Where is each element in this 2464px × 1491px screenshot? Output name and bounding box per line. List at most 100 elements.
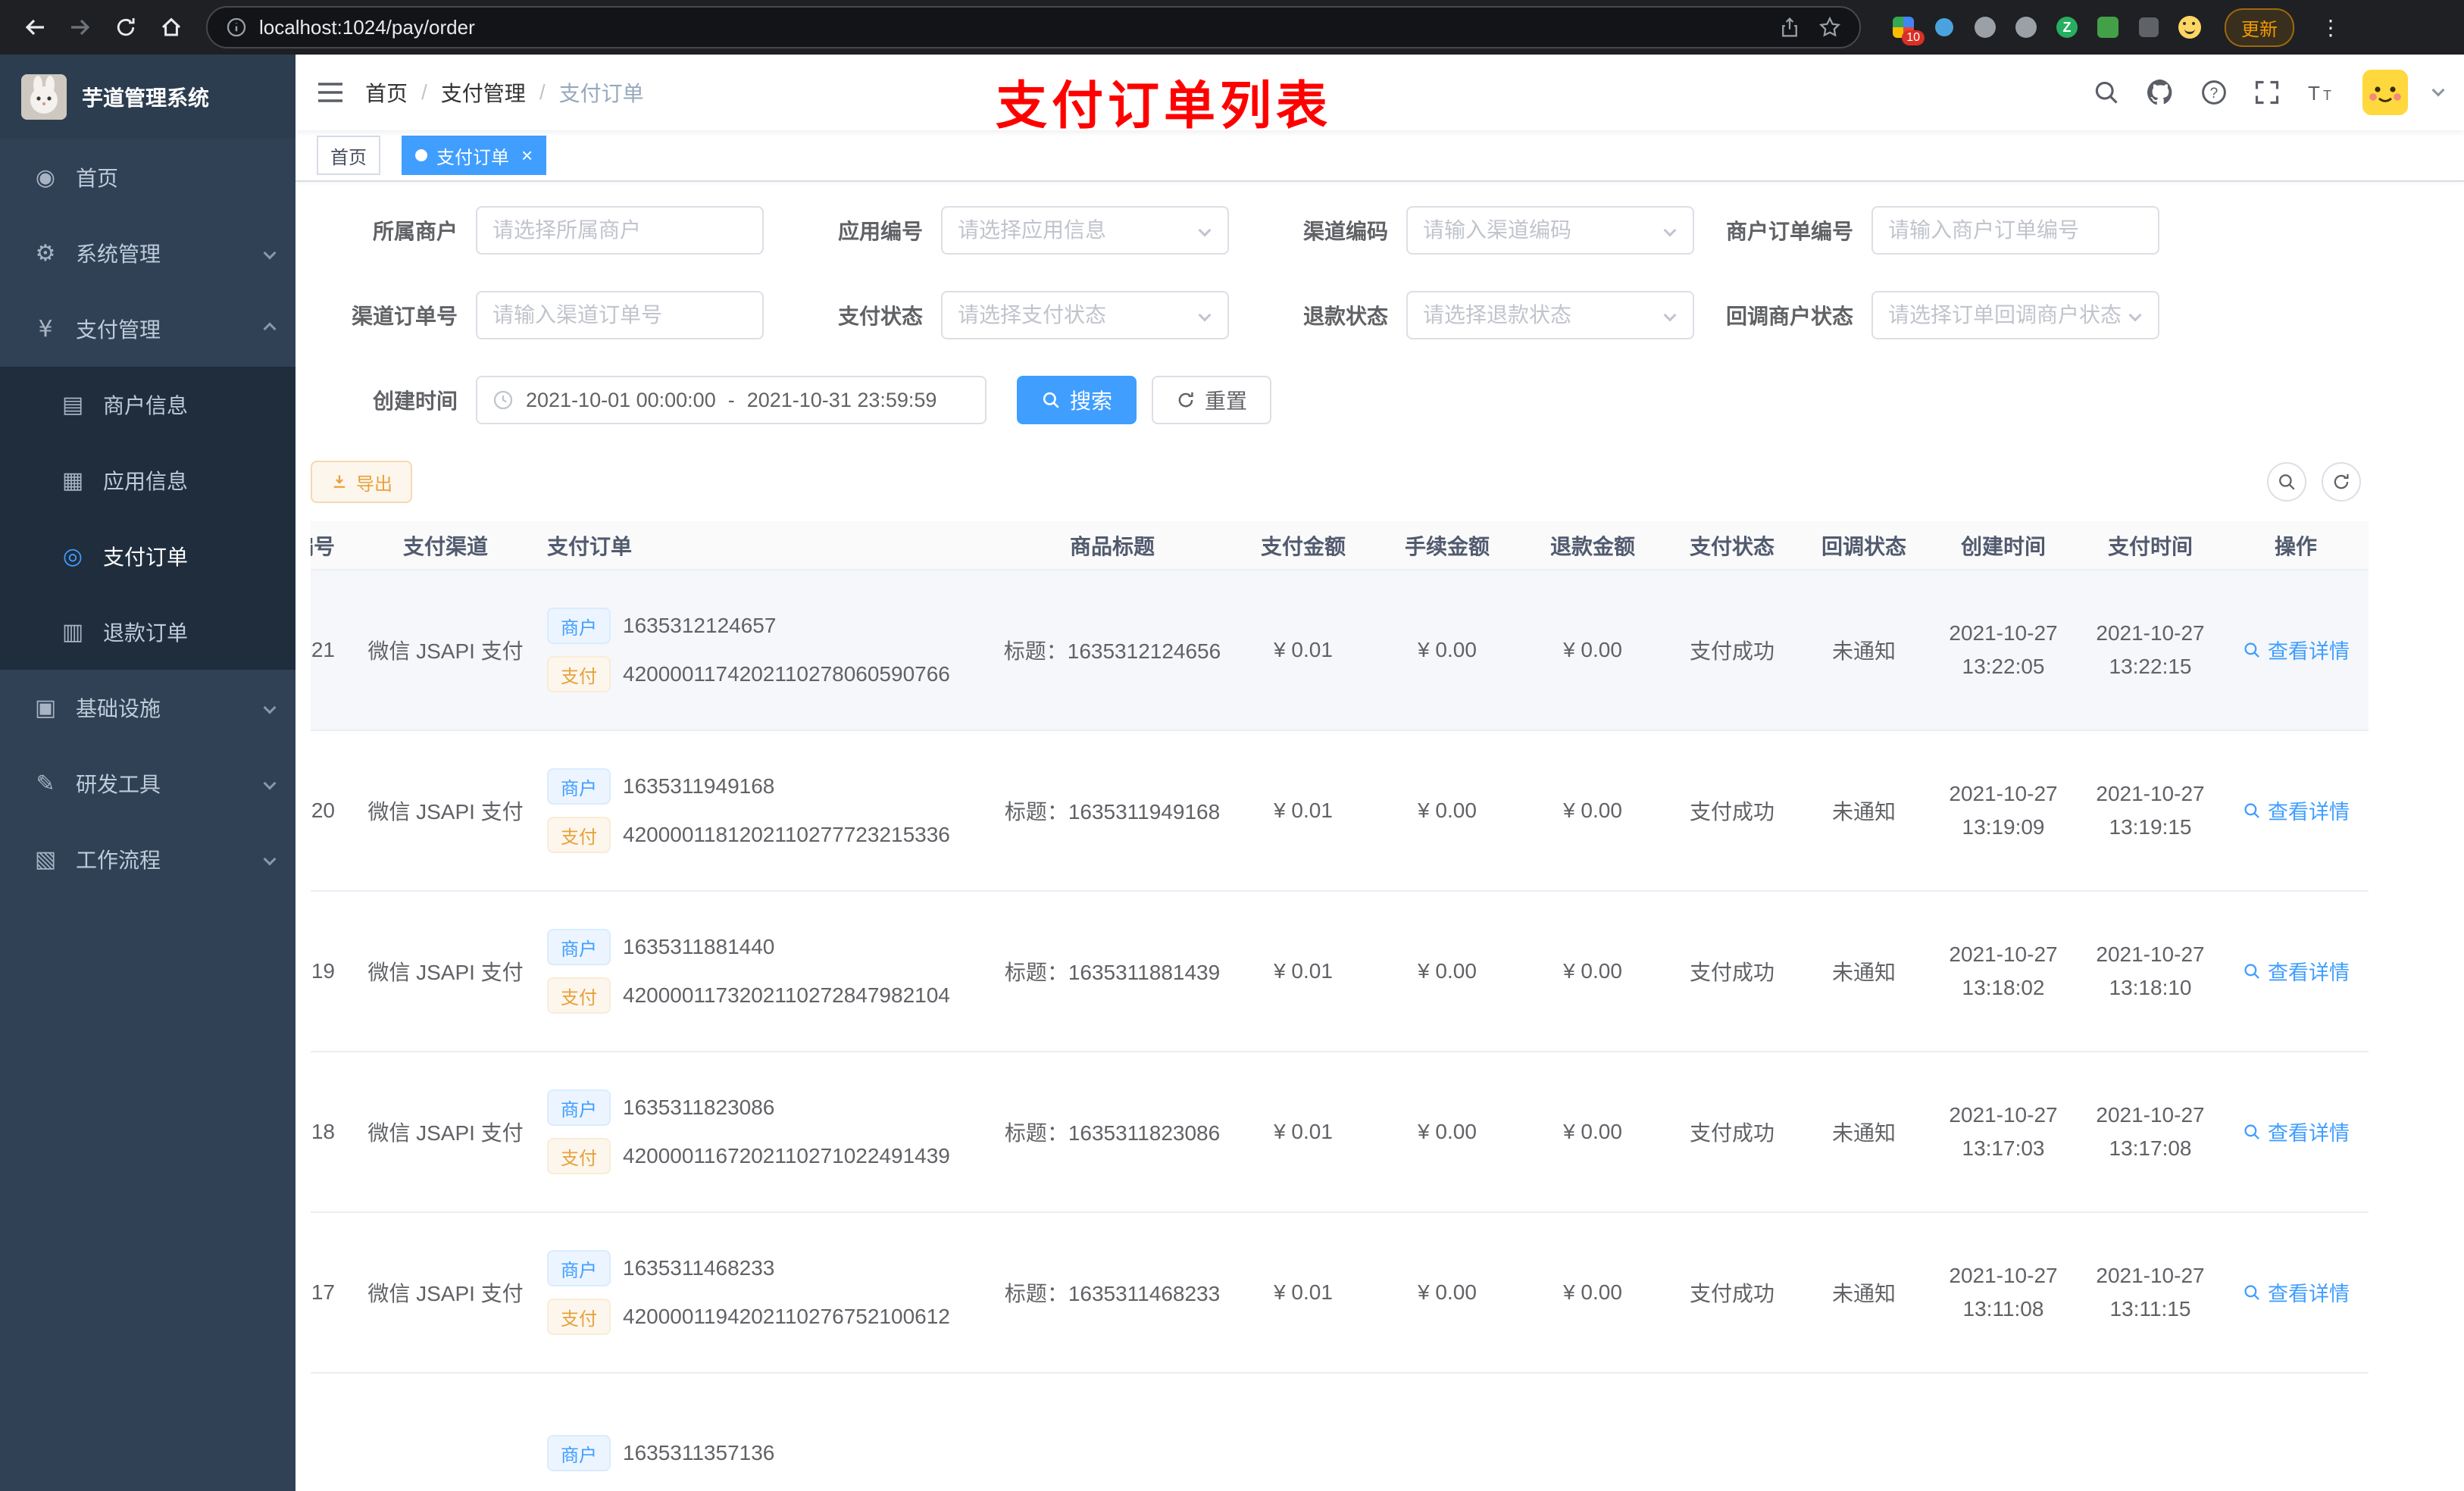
- filter-merchant-order-no: 商户订单编号: [1706, 206, 2159, 255]
- filter-notify-status: 回调商户状态: [1706, 291, 2159, 339]
- merchant-tag: 商户: [547, 1089, 611, 1126]
- channel-code-input[interactable]: [1423, 218, 1659, 242]
- merchant-order-no-input[interactable]: [1871, 206, 2159, 255]
- reset-button[interactable]: 重置: [1152, 376, 1272, 424]
- breadcrumb-home[interactable]: 首页: [365, 77, 408, 108]
- url-text[interactable]: localhost:1024/pay/order: [259, 16, 1767, 39]
- browser-home-button[interactable]: [152, 8, 191, 47]
- github-icon[interactable]: [2146, 78, 2175, 107]
- col-channel: 支付渠道: [356, 521, 535, 570]
- channel-order-no-field[interactable]: [492, 303, 747, 327]
- view-detail-link[interactable]: 查看详情: [2242, 956, 2350, 986]
- search-icon[interactable]: [2093, 79, 2120, 106]
- bookmark-star-icon[interactable]: [1818, 16, 1841, 39]
- cell-refund: ¥ 0.00: [1520, 730, 1665, 892]
- extension-smiley-icon[interactable]: [2178, 15, 2202, 39]
- sidebar-item-workflow[interactable]: ▧ 工作流程: [0, 821, 295, 897]
- sidebar-item-merchant-info[interactable]: ▤ 商户信息: [0, 367, 295, 442]
- chevron-down-icon: [1198, 223, 1212, 237]
- extension-square-icon[interactable]: [2096, 15, 2120, 39]
- cell-status: 支付成功: [1665, 730, 1799, 892]
- site-info-icon[interactable]: [226, 17, 247, 38]
- filter-create-time: 创建时间 2021-10-01 00:00:00 - 2021-10-31 23…: [311, 376, 987, 424]
- cell-amount: ¥ 0.01: [1232, 1212, 1374, 1374]
- sidebar-item-app-info[interactable]: ▦ 应用信息: [0, 442, 295, 518]
- cell-fee: ¥ 0.00: [1374, 891, 1520, 1052]
- tab-pay-order[interactable]: 支付订单 ×: [402, 136, 547, 175]
- sidebar-item-system[interactable]: ⚙ 系统管理: [0, 215, 295, 291]
- browser-menu-icon[interactable]: ⋮: [2320, 15, 2341, 40]
- extensions-grid-icon[interactable]: 10: [1891, 15, 1925, 45]
- cell-refund: ¥ 0.00: [1520, 891, 1665, 1052]
- merchant-select-input[interactable]: [492, 218, 747, 242]
- merchant-select[interactable]: [476, 206, 764, 255]
- help-icon[interactable]: ?: [2200, 79, 2228, 106]
- chevron-up-icon: [263, 322, 277, 336]
- cell-order: 商户 1635311823086 支付 42000011672021102710…: [535, 1052, 993, 1213]
- sidebar-item-refund-order[interactable]: ▥ 退款订单: [0, 594, 295, 670]
- share-icon[interactable]: [1779, 17, 1800, 38]
- breadcrumb-payment[interactable]: 支付管理: [441, 77, 526, 108]
- browser-update-button[interactable]: 更新: [2225, 8, 2294, 47]
- notify-status-select-input[interactable]: [1888, 303, 2125, 327]
- view-detail-link[interactable]: 查看详情: [2242, 796, 2350, 825]
- font-size-icon[interactable]: TT: [2306, 80, 2337, 105]
- browser-back-button[interactable]: [15, 8, 55, 47]
- cell-status: [1665, 1373, 1799, 1491]
- table-toolbar: 导出: [311, 461, 2449, 503]
- sidebar-item-devtools[interactable]: ✎ 研发工具: [0, 746, 295, 821]
- col-fee: 手续金额: [1374, 521, 1520, 570]
- view-detail-link[interactable]: 查看详情: [2242, 1277, 2350, 1307]
- app-no-select[interactable]: [941, 206, 1229, 255]
- browser-forward-button[interactable]: [61, 8, 100, 47]
- orders-table: 编号 支付渠道 支付订单 商品标题 支付金额 手续金额 退款金额 支付状态 回调…: [311, 521, 2449, 1491]
- app-no-select-input[interactable]: [958, 218, 1194, 242]
- pay-status-select-input[interactable]: [958, 303, 1194, 327]
- refund-status-select[interactable]: [1406, 291, 1694, 339]
- sidebar-item-infra[interactable]: ▣ 基础设施: [0, 670, 295, 746]
- notify-status-select[interactable]: [1871, 291, 2159, 339]
- sidebar-item-pay-order[interactable]: ◎ 支付订单: [0, 518, 295, 594]
- col-order: 支付订单: [535, 521, 993, 570]
- export-button[interactable]: 导出: [311, 461, 412, 503]
- channel-code-select[interactable]: [1406, 206, 1694, 255]
- merchant-line: 商户 1635311949168: [547, 768, 993, 805]
- sidebar-item-payment[interactable]: ¥ 支付管理: [0, 291, 295, 367]
- tab-home[interactable]: 首页: [317, 136, 380, 175]
- search-button[interactable]: 搜索: [1017, 376, 1137, 424]
- extension-pin-icon[interactable]: [2137, 15, 2161, 39]
- app-logo[interactable]: 芋道管理系统: [0, 55, 295, 139]
- cell-title: 标题：1635311881439: [993, 891, 1232, 1052]
- sidebar-item-home[interactable]: ◉ 首页: [0, 139, 295, 215]
- sidebar-toggle-icon[interactable]: [317, 80, 344, 105]
- extension-z-icon[interactable]: Z: [2055, 15, 2079, 39]
- pay-status-select[interactable]: [941, 291, 1229, 339]
- pay-tag: 支付: [547, 1138, 611, 1174]
- refund-status-select-input[interactable]: [1423, 303, 1659, 327]
- view-detail-link[interactable]: 查看详情: [2242, 635, 2350, 664]
- extension-gray-icon-1[interactable]: [1973, 15, 1997, 39]
- top-navbar: 首页 / 支付管理 / 支付订单 支付订单列表 ? T T: [295, 55, 2464, 135]
- chevron-down-icon: [2128, 308, 2142, 322]
- toggle-search-icon[interactable]: [2267, 462, 2306, 502]
- cell-order: 商户 1635312124657 支付 42000011742021102780…: [535, 570, 993, 731]
- tab-close-icon[interactable]: ×: [521, 145, 533, 165]
- merchant-line: 商户 1635312124657: [547, 608, 993, 644]
- fullscreen-icon[interactable]: [2253, 79, 2281, 106]
- user-avatar[interactable]: [2362, 70, 2408, 115]
- cell-action: 查看详情: [2223, 891, 2369, 1052]
- extension-drop-icon[interactable]: [1932, 15, 1956, 39]
- cell-order: 商户 1635311468233 支付 42000011942021102767…: [535, 1212, 993, 1374]
- browser-reload-button[interactable]: [106, 8, 145, 47]
- extension-gray-icon-2[interactable]: [2014, 15, 2038, 39]
- cell-title: 标题：1635311949168: [993, 730, 1232, 892]
- user-menu-caret-icon[interactable]: [2431, 83, 2445, 97]
- view-detail-link[interactable]: 查看详情: [2242, 1117, 2350, 1146]
- create-time-range-picker[interactable]: 2021-10-01 00:00:00 - 2021-10-31 23:59:5…: [476, 376, 987, 424]
- channel-order-no-input[interactable]: [476, 291, 764, 339]
- url-bar[interactable]: localhost:1024/pay/order: [206, 6, 1861, 48]
- cell-amount: ¥ 0.01: [1232, 570, 1374, 731]
- merchant-order-no-field[interactable]: [1888, 218, 2143, 242]
- refresh-table-icon[interactable]: [2322, 462, 2361, 502]
- cell-status: 支付成功: [1665, 1212, 1799, 1374]
